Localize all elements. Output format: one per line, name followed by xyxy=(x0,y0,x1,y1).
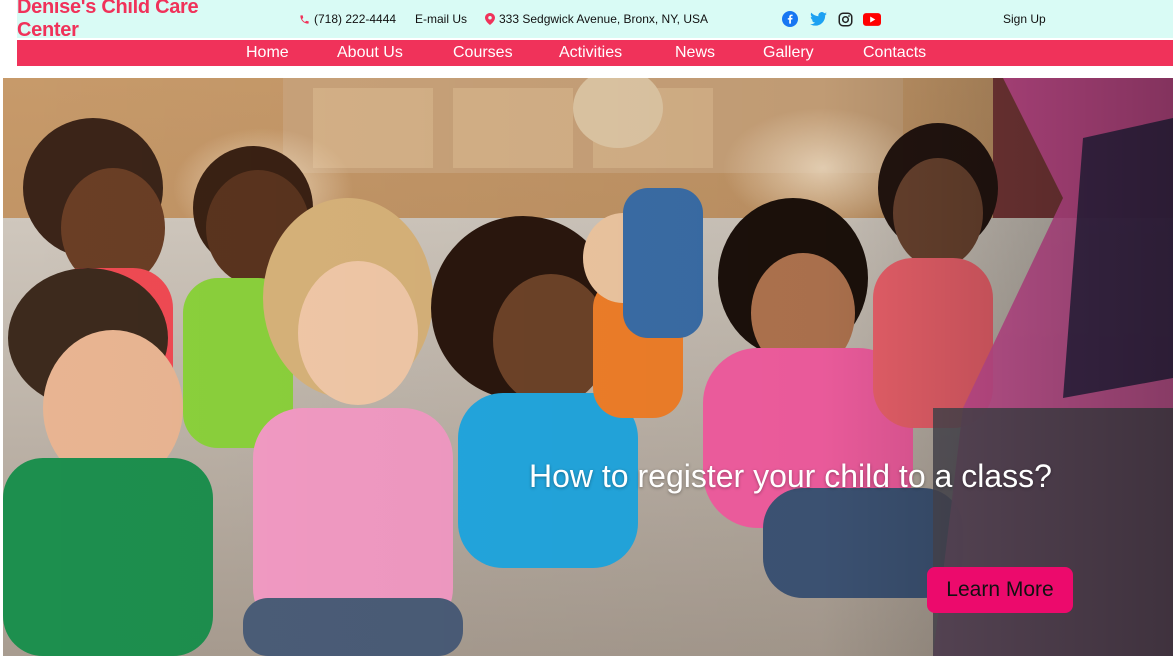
hero-banner: How to register your child to a class? L… xyxy=(3,78,1173,656)
nav-item-news[interactable]: News xyxy=(675,40,715,66)
top-header: Denise's Child Care Center (718) 222-444… xyxy=(0,0,1173,41)
map-pin-icon xyxy=(485,13,495,25)
facebook-link[interactable] xyxy=(780,9,800,29)
instagram-link[interactable] xyxy=(835,9,855,29)
nav-label: Courses xyxy=(453,44,513,61)
nav-label: News xyxy=(675,44,716,61)
learn-more-button[interactable]: Learn More xyxy=(927,567,1073,613)
hero-title: How to register your child to a class? xyxy=(529,458,1052,494)
nav-label: Gallery xyxy=(763,44,814,61)
nav-item-home[interactable]: Home xyxy=(246,40,289,66)
twitter-icon xyxy=(809,12,827,26)
youtube-icon xyxy=(863,12,881,26)
sign-up-label: Sign Up xyxy=(1003,12,1046,26)
nav-item-activities[interactable]: Activities xyxy=(559,40,622,66)
nav-label: Home xyxy=(246,44,289,61)
nav-item-gallery[interactable]: Gallery xyxy=(763,40,814,66)
nav-item-contacts[interactable]: Contacts xyxy=(863,40,926,66)
email-label: E-mail Us xyxy=(415,12,468,26)
site-name: Denise's Child Care Center xyxy=(17,0,199,41)
twitter-link[interactable] xyxy=(808,9,828,29)
address-text: 333 Sedgwick Avenue, Bronx, NY, USA xyxy=(499,12,709,26)
nav-label: About Us xyxy=(337,44,403,61)
phone-icon xyxy=(300,14,309,24)
instagram-icon xyxy=(838,12,852,26)
nav-label: Contacts xyxy=(863,44,927,61)
phone-number: (718) 222-4444 xyxy=(314,12,397,26)
site-logo[interactable]: Denise's Child Care Center xyxy=(17,0,249,41)
address-info[interactable]: 333 Sedgwick Avenue, Bronx, NY, USA xyxy=(485,0,708,38)
learn-more-label: Learn More xyxy=(946,578,1054,601)
phone-info[interactable]: (718) 222-4444 xyxy=(299,0,396,38)
youtube-link[interactable] xyxy=(862,9,882,29)
nav-label: Activities xyxy=(559,44,623,61)
facebook-icon xyxy=(782,11,798,27)
main-nav: Home About Us Courses Activities News Ga… xyxy=(17,40,1173,66)
contact-bar: (718) 222-4444 E-mail Us 333 Sedgwick Av… xyxy=(249,0,1173,38)
nav-item-courses[interactable]: Courses xyxy=(453,40,513,66)
nav-item-about-us[interactable]: About Us xyxy=(337,40,403,66)
email-link[interactable]: E-mail Us xyxy=(415,0,467,38)
sign-up-link[interactable]: Sign Up xyxy=(1003,0,1046,38)
